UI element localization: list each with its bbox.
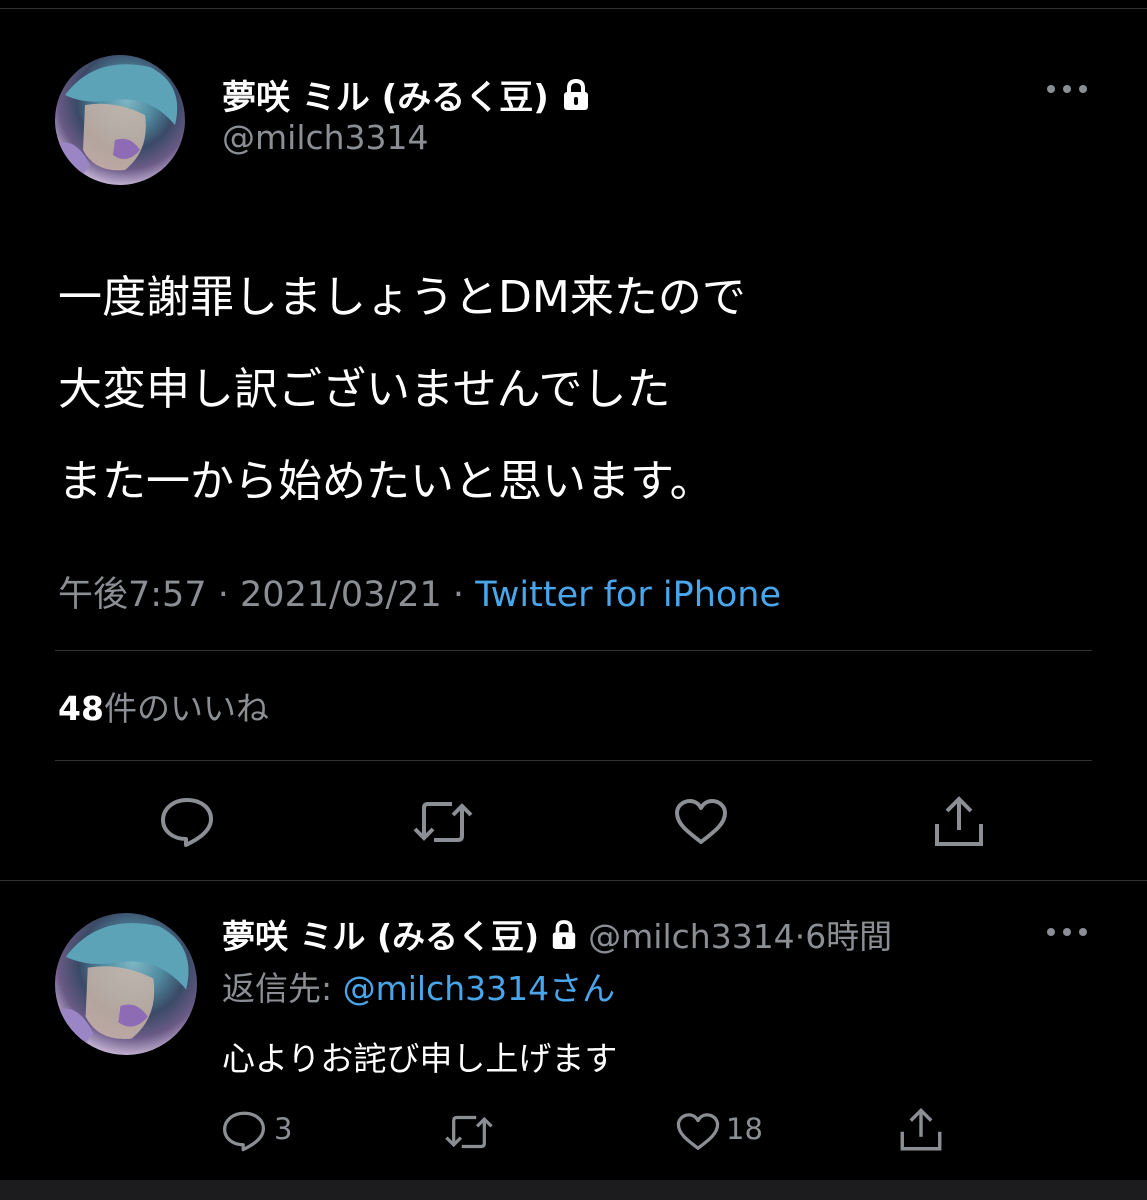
display-name[interactable]: 夢咲 ミル (みるく豆) bbox=[222, 70, 591, 121]
share-icon[interactable] bbox=[898, 1106, 944, 1154]
reply-to-mention[interactable]: @milch3314さん bbox=[343, 969, 616, 1008]
top-border bbox=[0, 0, 1147, 9]
display-name-text: 夢咲 ミル (みるく豆) bbox=[222, 78, 549, 118]
like-count: 18 bbox=[726, 1112, 763, 1146]
reply-to-label: 返信先: bbox=[222, 969, 343, 1008]
reply-display-name[interactable]: 夢咲 ミル (みるく豆) bbox=[222, 917, 539, 956]
avatar-illustration bbox=[55, 923, 189, 1055]
meta-dot: · bbox=[217, 575, 229, 615]
divider bbox=[55, 760, 1092, 761]
reply-age[interactable]: 6時間 bbox=[805, 917, 892, 956]
lock-icon bbox=[561, 78, 591, 121]
tweet-separator bbox=[0, 880, 1147, 881]
lock-icon bbox=[550, 919, 578, 959]
more-icon[interactable] bbox=[1046, 925, 1088, 939]
avatar[interactable] bbox=[55, 913, 197, 1055]
tweet-text-line: 一度謝罪しましょうとDM来たので bbox=[58, 272, 746, 323]
tweet-meta: 午後7:57 · 2021/03/21 · Twitter for iPhone bbox=[58, 566, 781, 617]
reply-icon[interactable] bbox=[160, 796, 214, 848]
tweet-date[interactable]: 2021/03/21 bbox=[240, 575, 442, 615]
retweet-icon[interactable] bbox=[412, 798, 474, 846]
tweet-text-line: 大変申し訳ございませんでした bbox=[58, 364, 671, 415]
likes-summary[interactable]: 48件のいいね bbox=[58, 682, 269, 730]
tweet-text: 一度謝罪しましょうとDM来たので 大変申し訳ございませんでした また一から始めた… bbox=[58, 252, 746, 528]
handle[interactable]: @milch3314 bbox=[222, 118, 429, 157]
heart-icon[interactable] bbox=[674, 798, 728, 846]
reply-count: 3 bbox=[274, 1112, 293, 1146]
tweet-time[interactable]: 午後7:57 bbox=[58, 575, 207, 615]
tweet-text-line: また一から始めたいと思います。 bbox=[58, 456, 714, 507]
avatar-illustration bbox=[55, 64, 178, 185]
reply-header: 夢咲 ミル (みるく豆) @milch3314·6時間 bbox=[222, 910, 892, 959]
tweet-source[interactable]: Twitter for iPhone bbox=[475, 575, 781, 615]
divider bbox=[55, 650, 1092, 651]
likes-label: 件のいいね bbox=[103, 689, 269, 728]
reply-icon[interactable] bbox=[222, 1110, 266, 1152]
heart-icon[interactable] bbox=[676, 1112, 720, 1152]
share-icon[interactable] bbox=[932, 794, 986, 850]
more-icon[interactable] bbox=[1046, 82, 1088, 96]
reply-text: 心よりお詫び申し上げます bbox=[222, 1039, 618, 1078]
bottom-bar bbox=[0, 1180, 1147, 1200]
meta-dot: · bbox=[452, 575, 465, 615]
avatar[interactable] bbox=[55, 55, 185, 185]
reply-handle[interactable]: @milch3314 bbox=[588, 917, 795, 956]
likes-count: 48 bbox=[58, 689, 104, 728]
retweet-icon[interactable] bbox=[444, 1112, 494, 1152]
reply-to: 返信先: @milch3314さん bbox=[222, 962, 615, 1010]
meta-dot: · bbox=[794, 917, 806, 956]
